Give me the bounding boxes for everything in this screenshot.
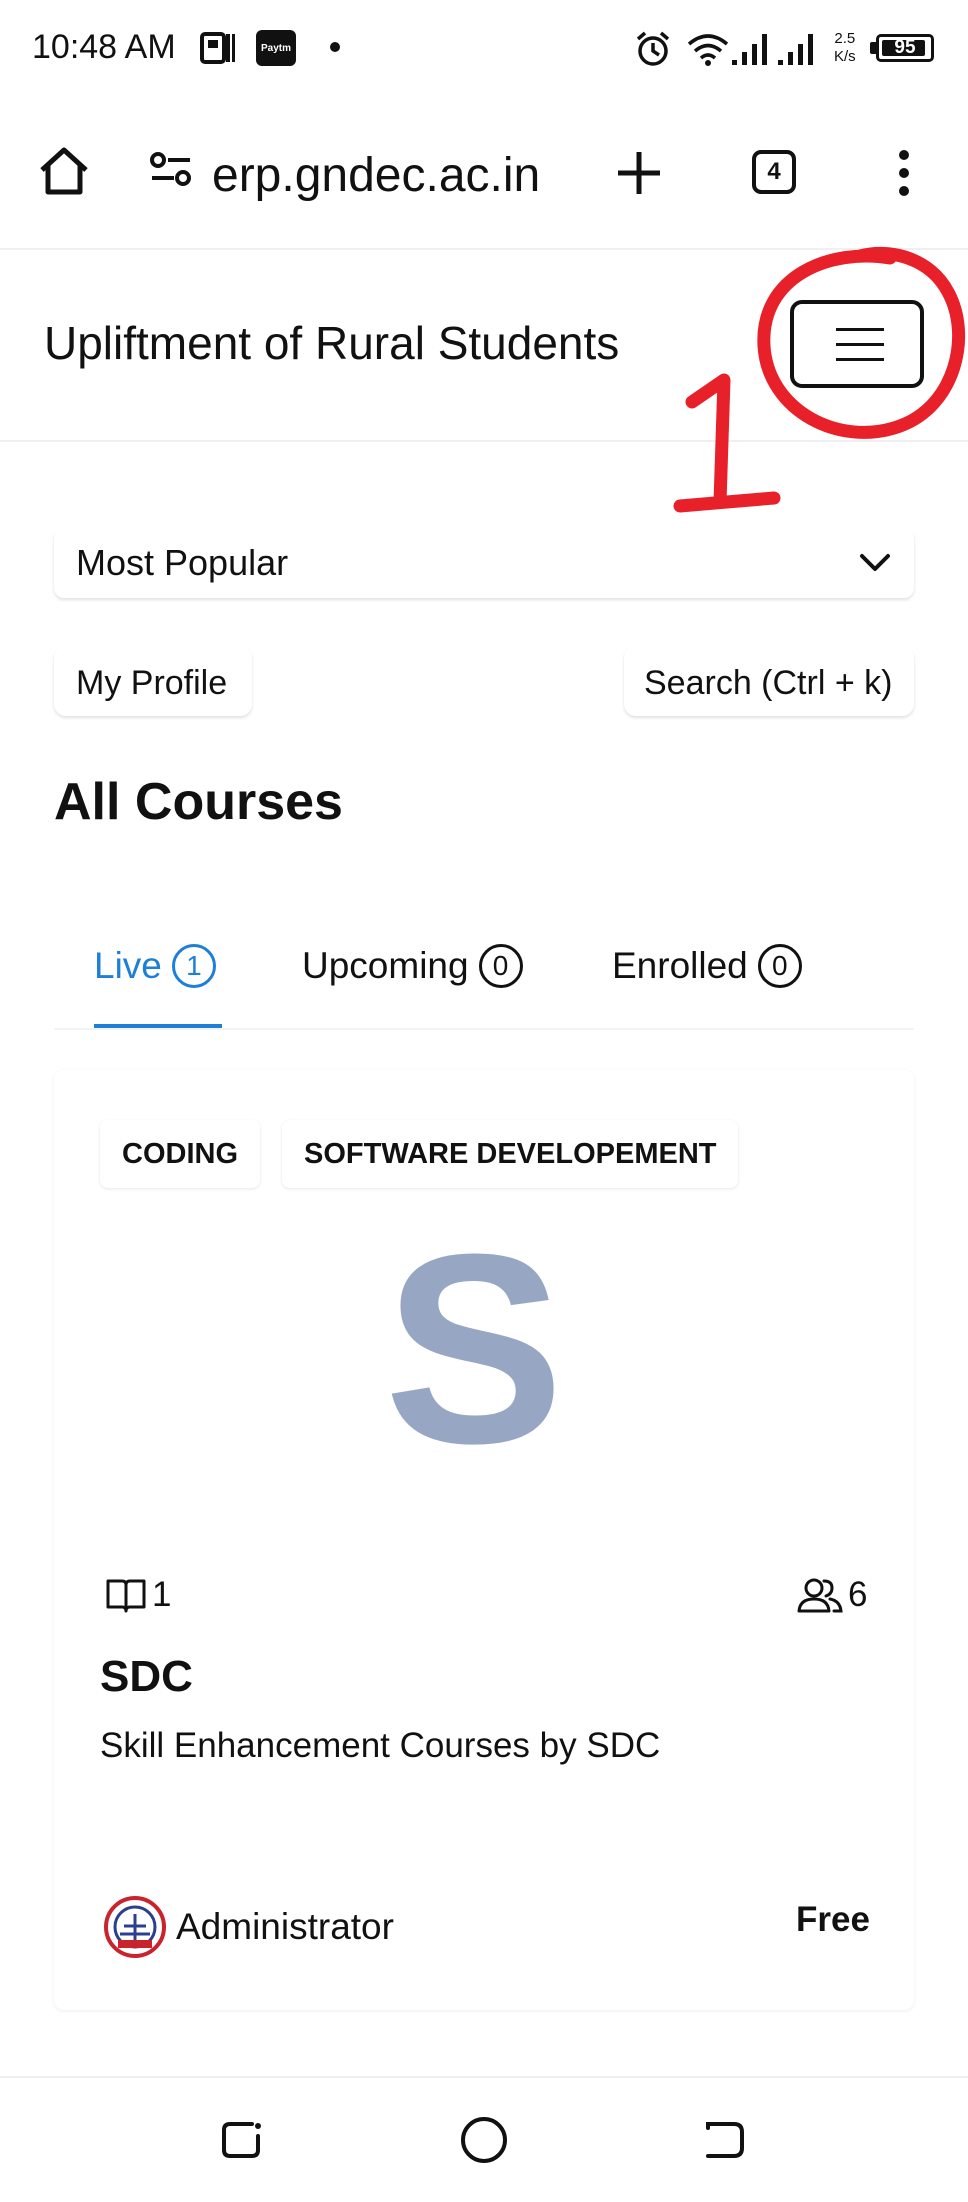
more-vert-icon[interactable] [892,148,916,198]
section-title: All Courses [54,773,343,831]
book-icon [104,1575,148,1615]
tab-enrolled-count: 0 [757,944,802,988]
course-tag[interactable]: CODING [100,1120,260,1188]
url-field[interactable]: erp.gndec.ac.in [212,148,540,203]
back-icon[interactable] [700,2116,748,2164]
status-bar: 10:48 AM Paytm 2.5 K/s 95 [0,0,968,100]
tab-upcoming[interactable]: Upcoming 0 [302,944,523,988]
tabs-border [54,1028,914,1030]
site-settings-icon[interactable] [148,150,194,190]
course-author: Administrator [104,1896,394,1958]
recent-apps-icon[interactable] [218,2116,266,2164]
tab-switcher-icon[interactable]: 4 [752,150,796,194]
sort-selected-value: Most Popular [76,542,289,583]
new-tab-icon[interactable] [614,148,664,198]
course-price: Free [796,1900,870,1939]
tab-enrolled[interactable]: Enrolled 0 [612,944,802,988]
signal-icon [730,32,774,66]
home-circle-icon[interactable] [458,2114,510,2166]
active-tab-indicator [94,1024,222,1028]
course-description: Skill Enhancement Courses by SDC [100,1726,661,1765]
system-nav-bar [0,2076,968,2202]
paytm-icon: Paytm [256,30,296,66]
tab-live-count: 1 [171,944,216,988]
course-tag[interactable]: SOFTWARE DEVELOPEMENT [282,1120,739,1188]
annotation-number: 1 [666,362,786,522]
home-icon[interactable] [36,142,92,198]
users-icon [796,1575,844,1615]
search-button[interactable]: Search (Ctrl + k) [624,646,914,716]
site-title: Upliftment of Rural Students [44,317,620,369]
my-profile-button[interactable]: My Profile [54,646,252,716]
tab-live[interactable]: Live 1 [94,944,216,988]
alarm-icon [634,30,672,68]
avatar [104,1896,166,1958]
lessons-count: 1 [104,1575,171,1615]
chevron-down-icon [858,550,892,576]
signal-icon [776,32,820,66]
tab-upcoming-count: 0 [478,944,523,988]
students-count: 6 [796,1575,867,1615]
portfolio-icon [200,30,236,66]
battery-icon: 95 [876,34,934,62]
course-thumbnail-letter: S [384,1199,565,1500]
course-title[interactable]: SDC [100,1652,193,1702]
status-time: 10:48 AM [32,28,176,66]
sort-dropdown[interactable]: Most Popular [54,528,914,598]
notification-dot-icon [330,42,340,52]
wifi-icon [686,32,730,66]
net-speed: 2.5 K/s [834,30,856,65]
